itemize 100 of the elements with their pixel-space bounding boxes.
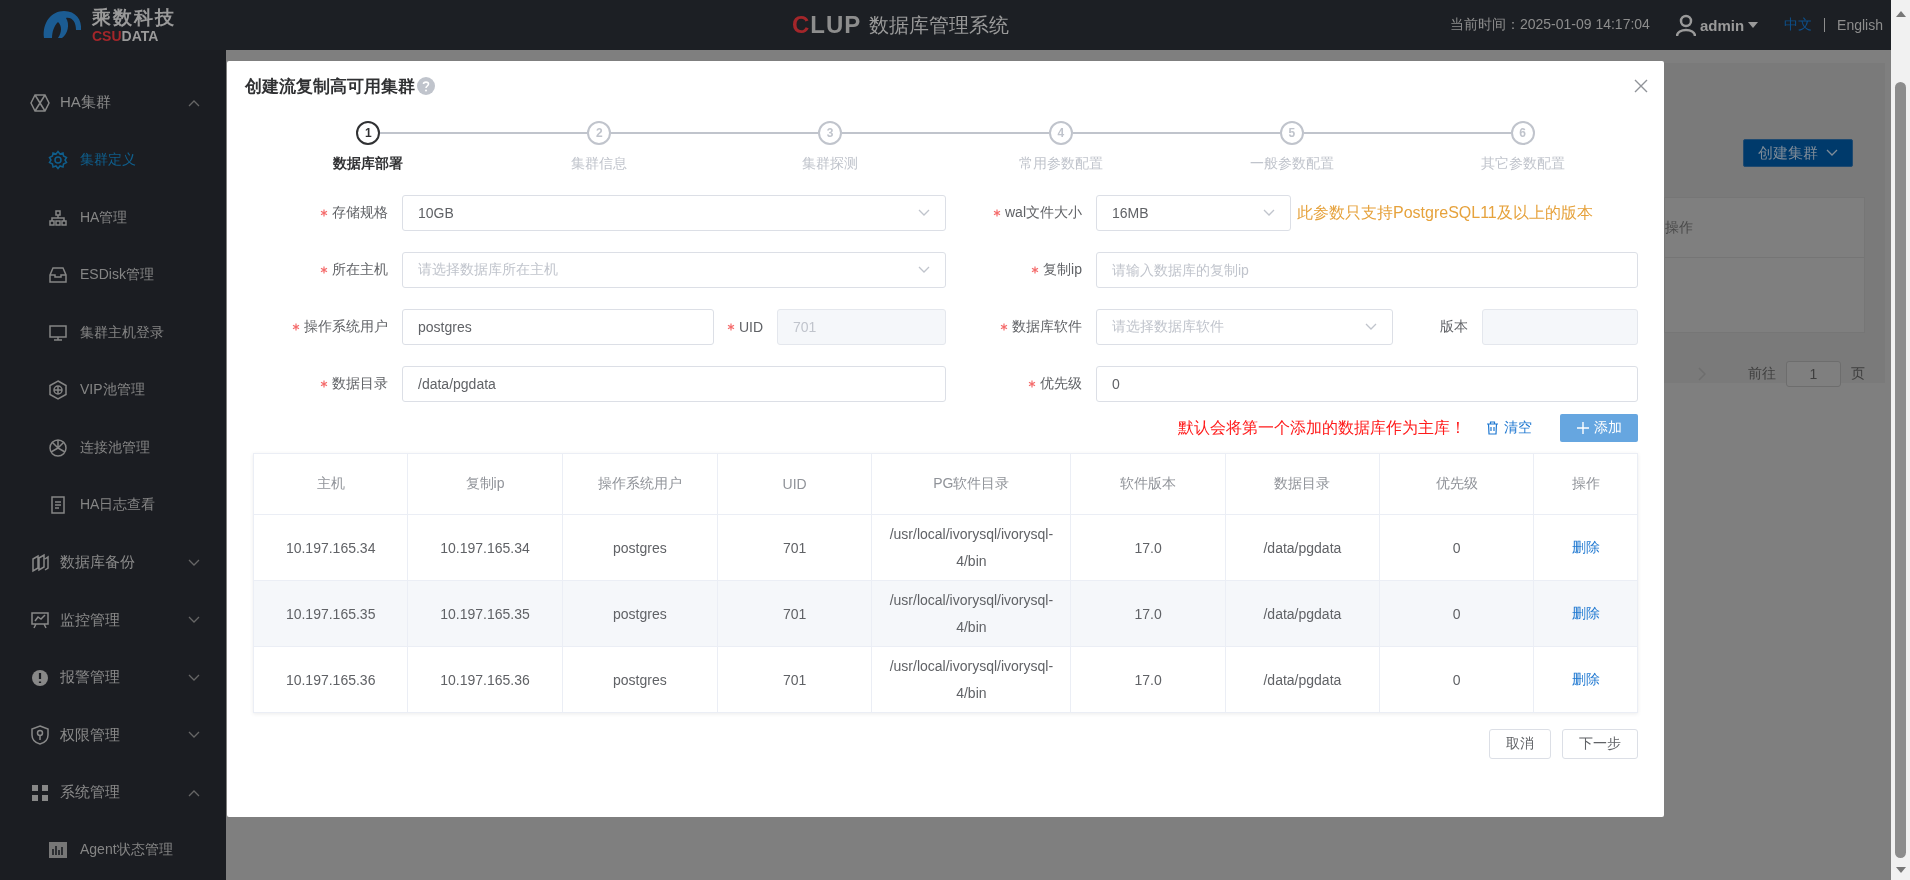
- delete-link[interactable]: 删除: [1571, 604, 1600, 623]
- step-label: 集群信息: [571, 155, 628, 173]
- caret-icon: [1748, 22, 1759, 28]
- sidebar-group[interactable]: 监控管理: [0, 591, 226, 649]
- field-label: 数据目录: [320, 375, 388, 393]
- chevron-down-icon: [188, 616, 200, 625]
- column-header: 操作: [1570, 474, 1601, 493]
- menu-icon: [30, 667, 50, 688]
- chevron-up-icon: [188, 788, 200, 797]
- menu-icon: [48, 207, 68, 228]
- user-menu[interactable]: admin: [1675, 14, 1759, 36]
- chevron-down-icon: [188, 558, 200, 567]
- help-icon[interactable]: [417, 77, 435, 95]
- menu-icon: [48, 150, 68, 171]
- sidebar-item[interactable]: 集群定义: [0, 131, 226, 189]
- goto-label: 前往: [1748, 365, 1776, 383]
- menu-icon: [30, 725, 50, 746]
- step-number: 3: [818, 121, 843, 145]
- step-label: 其它参数配置: [1480, 155, 1565, 173]
- input-field[interactable]: 请输入数据库的复制ip: [1096, 252, 1638, 288]
- table-cell: postgres: [562, 647, 718, 712]
- sidebar-group[interactable]: 系统管理: [0, 764, 226, 822]
- field-label: 数据库软件: [1000, 318, 1082, 336]
- sidebar-group[interactable]: 报警管理: [0, 649, 226, 707]
- create-cluster-button[interactable]: 创建集群: [1743, 139, 1853, 167]
- step-number: 5: [1279, 121, 1304, 145]
- table-cell: /usr/local/ivorysql/ivorysql-4/bin: [872, 581, 1072, 646]
- chevron-down-icon: [1826, 149, 1838, 157]
- menu-icon: [48, 437, 68, 458]
- sidebar-item[interactable]: Agent状态管理: [0, 821, 226, 879]
- language-link[interactable]: English: [1837, 17, 1883, 33]
- clear-link[interactable]: 清空: [1486, 419, 1532, 437]
- chevron-down-icon: [1365, 323, 1377, 331]
- brand-wordmark: CSUDATA: [92, 28, 160, 43]
- sidebar-group[interactable]: 数据库备份: [0, 534, 226, 592]
- input-field[interactable]: /data/pgdata: [402, 366, 946, 402]
- app-title: 数据库管理系统: [869, 12, 1010, 38]
- menu-icon: [48, 322, 68, 343]
- trash-icon: [1486, 421, 1499, 435]
- field-label: 复制ip: [1031, 261, 1082, 279]
- cancel-button[interactable]: 取消: [1489, 729, 1551, 759]
- scroll-down-icon[interactable]: [1894, 866, 1907, 874]
- table-cell: 10.197.165.35: [408, 581, 563, 646]
- table-cell: postgres: [562, 581, 718, 646]
- column-header: 软件版本: [1071, 454, 1226, 514]
- table-cell: 701: [718, 581, 873, 646]
- placeholder-text: 请选择数据库软件: [1112, 318, 1225, 336]
- chevron-down-icon: [188, 673, 200, 682]
- step-label: 常用参数配置: [1018, 155, 1103, 173]
- column-header: PG软件目录: [872, 454, 1072, 514]
- sidebar-item[interactable]: 集群主机登录: [0, 304, 226, 362]
- field-label: wal文件大小: [993, 204, 1082, 222]
- menu-icon: [48, 380, 68, 401]
- step-label: 数据库部署: [333, 155, 404, 173]
- delete-link[interactable]: 删除: [1571, 538, 1600, 557]
- dialog-title: 创建流复制高可用集群: [245, 75, 415, 98]
- table-cell: 17.0: [1071, 647, 1226, 712]
- select-field[interactable]: 16MB: [1096, 195, 1291, 231]
- menu-icon: [30, 552, 50, 573]
- scroll-up-icon[interactable]: [1894, 10, 1907, 18]
- table-cell: 0: [1380, 581, 1535, 646]
- delete-link[interactable]: 删除: [1571, 670, 1600, 689]
- field-label: 操作系统用户: [292, 318, 388, 336]
- sidebar-group[interactable]: 权限管理: [0, 706, 226, 764]
- menu-icon: [48, 495, 68, 516]
- menu-icon: [48, 265, 68, 286]
- menu-icon: [30, 782, 50, 803]
- warning-text: 默认会将第一个添加的数据库作为主库！: [1178, 417, 1466, 438]
- add-button[interactable]: 添加: [1560, 414, 1638, 442]
- page-suffix: 页: [1851, 365, 1865, 383]
- field-label: UID: [726, 319, 763, 335]
- placeholder-text: 请选择数据库所在主机: [418, 261, 559, 279]
- page-input[interactable]: 1: [1786, 361, 1841, 387]
- next-button[interactable]: 下一步: [1562, 729, 1638, 759]
- sidebar-item[interactable]: ESDisk管理: [0, 246, 226, 304]
- close-icon[interactable]: [1634, 79, 1648, 93]
- table-cell: 17.0: [1071, 581, 1226, 646]
- step-label: 集群探测: [802, 155, 859, 173]
- current-time: 当前时间：2025-01-09 14:17:04: [1449, 16, 1650, 34]
- sidebar-item[interactable]: HA日志查看: [0, 476, 226, 534]
- sidebar-group[interactable]: HA集群: [0, 74, 226, 132]
- step-number: 6: [1510, 121, 1535, 145]
- step-number: 4: [1048, 121, 1073, 145]
- chevron-down-icon: [188, 731, 200, 740]
- sidebar-item[interactable]: 连接池管理: [0, 419, 226, 477]
- column-header: 优先级: [1380, 454, 1535, 514]
- sidebar-item[interactable]: VIP池管理: [0, 361, 226, 419]
- table-cell: 701: [718, 647, 873, 712]
- brand-name: 乘数科技: [92, 7, 176, 27]
- scrollbar[interactable]: [1891, 0, 1910, 880]
- table-cell: /data/pgdata: [1225, 581, 1381, 646]
- input-field[interactable]: postgres: [402, 309, 714, 345]
- sidebar-item[interactable]: HA管理: [0, 189, 226, 247]
- select-field[interactable]: 10GB: [402, 195, 946, 231]
- input-field[interactable]: 0: [1096, 366, 1638, 402]
- step-label: 一般参数配置: [1249, 155, 1334, 173]
- step-number: 2: [587, 121, 612, 145]
- column-header: UID: [718, 454, 873, 514]
- plus-icon: [1576, 422, 1589, 434]
- column-header: 操作系统用户: [562, 454, 718, 514]
